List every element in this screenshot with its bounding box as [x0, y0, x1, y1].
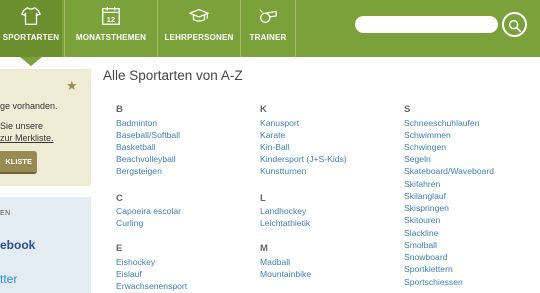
nav-divider	[64, 0, 65, 57]
merkliste-text: Sie unsere	[0, 121, 44, 131]
letter-heading: E	[116, 243, 123, 254]
active-nav-pointer	[20, 57, 42, 66]
sport-link[interactable]: Skilanglauf	[404, 191, 446, 201]
graduation-cap-icon	[189, 8, 209, 22]
sport-link[interactable]: Skateboard/Waveboard	[404, 166, 494, 176]
sport-link[interactable]: Karate	[260, 130, 285, 140]
sport-link[interactable]: Kindersport (J+S-Kids)	[260, 154, 347, 164]
sport-link[interactable]: Landhockey	[260, 206, 306, 216]
nav-divider	[240, 0, 241, 57]
nav-trainer[interactable]: TRAINER	[242, 0, 294, 57]
nav-label: MONATSTHEMEN	[75, 33, 147, 42]
sport-link[interactable]: Eislauf	[116, 269, 142, 279]
search-input[interactable]	[355, 16, 498, 33]
calendar-day: 12	[107, 15, 116, 24]
nav-label: SPORTARTEN	[2, 33, 60, 42]
twitter-link[interactable]: tter	[0, 272, 17, 286]
calendar-icon: 12	[102, 6, 120, 25]
letter-heading: L	[260, 193, 266, 204]
star-icon[interactable]: ★	[66, 79, 78, 92]
whistle-icon	[259, 9, 277, 24]
letter-heading: B	[116, 104, 123, 115]
sport-link[interactable]: Eishockey	[116, 257, 155, 267]
sport-link[interactable]: Kin-Ball	[260, 142, 290, 152]
nav-lehrpersonen[interactable]: LEHRPERSONEN	[159, 0, 239, 57]
sport-link[interactable]: Bergsteigen	[116, 166, 162, 176]
sport-link[interactable]: Baseball/Softball	[116, 130, 180, 140]
facebook-link[interactable]: ebook	[0, 238, 35, 252]
sport-link[interactable]: Schwingen	[404, 142, 446, 152]
sport-link[interactable]: Badminton	[116, 118, 157, 128]
sport-link[interactable]: Snowboard	[404, 252, 447, 262]
sport-link[interactable]: Madball	[260, 257, 290, 267]
nav-label: TRAINER	[249, 33, 287, 42]
sport-link[interactable]: Kanusport	[260, 118, 299, 128]
sport-link[interactable]: Smolball	[404, 240, 437, 250]
sport-link[interactable]: Curling	[116, 218, 143, 228]
sport-link[interactable]: Mountainbike	[260, 269, 311, 279]
sport-link[interactable]: Capoeira escolar	[116, 206, 181, 216]
search-button[interactable]	[502, 12, 527, 37]
sport-link[interactable]: Skispringen	[404, 203, 449, 213]
nav-divider	[295, 0, 296, 57]
nav-monatsthemen[interactable]: 12 MONATSTHEMEN	[66, 0, 156, 57]
letter-heading: K	[260, 104, 267, 115]
sport-link[interactable]: Kunstturnen	[260, 166, 306, 176]
sport-link[interactable]: Skitouren	[404, 215, 440, 225]
nav-label: LEHRPERSONEN	[164, 33, 234, 42]
sport-link[interactable]: Slackline	[404, 228, 438, 238]
shirt-icon	[21, 7, 41, 25]
sport-link[interactable]: Erwachsenensport	[116, 281, 187, 291]
merkliste-button[interactable]: KLISTE	[0, 151, 37, 174]
sport-link[interactable]: Basketball	[116, 142, 156, 152]
merkliste-link[interactable]: zur Merkliste.	[0, 133, 54, 143]
letter-heading: S	[404, 104, 411, 115]
sport-link[interactable]: Segeln	[404, 154, 431, 164]
page-title: Alle Sportarten von A-Z	[103, 68, 243, 83]
letter-heading: C	[116, 193, 123, 204]
social-heading: EN	[0, 210, 11, 217]
search-icon	[508, 19, 521, 32]
top-navigation: SPORTARTEN 12 MONATSTHEMEN LEHRPERSONEN …	[0, 0, 540, 57]
merkliste-text: ge vorhanden.	[0, 101, 58, 111]
letter-heading: M	[260, 243, 268, 254]
nav-divider	[157, 0, 158, 57]
sport-link[interactable]: Leichtathletik	[260, 218, 310, 228]
sport-link[interactable]: Sportschiessen	[404, 277, 463, 287]
sport-link[interactable]: Skifahren	[404, 179, 440, 189]
sport-link[interactable]: Schwimmen	[404, 130, 451, 140]
sport-link[interactable]: Schneeschuhlaufen	[404, 118, 480, 128]
sport-link[interactable]: Sportklettern	[404, 264, 453, 274]
sport-link[interactable]: Beachvolleyball	[116, 154, 176, 164]
nav-sportarten[interactable]: SPORTARTEN	[0, 0, 62, 57]
